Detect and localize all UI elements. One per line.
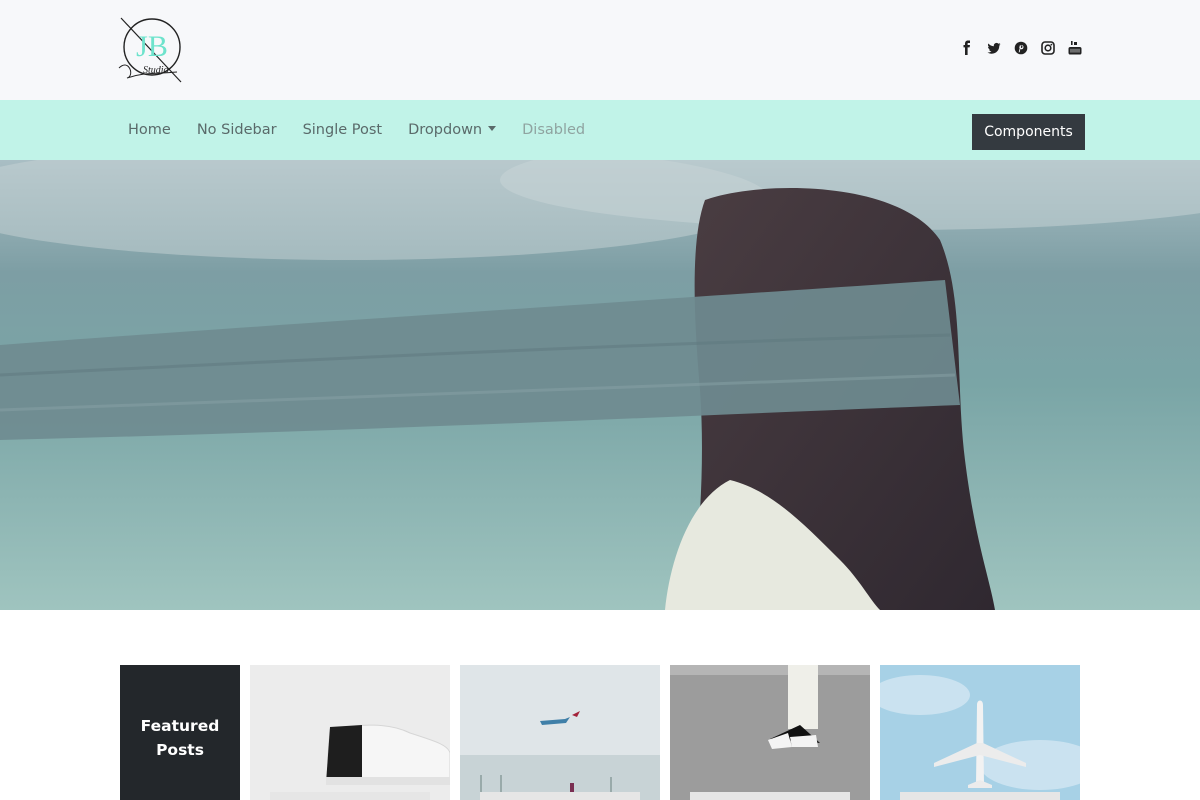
nav-item-home[interactable]: Home bbox=[128, 122, 171, 138]
featured-posts-heading: Featured Posts bbox=[120, 665, 240, 800]
hero-photo bbox=[0, 160, 1200, 610]
card-caption-bar bbox=[690, 792, 850, 800]
card-caption-bar bbox=[900, 792, 1060, 800]
featured-posts-section: Featured Posts bbox=[120, 665, 1080, 800]
svg-text:JB: JB bbox=[136, 30, 168, 63]
caret-down-icon bbox=[488, 126, 497, 131]
top-header: JB Studio bbox=[0, 0, 1200, 100]
instagram-icon[interactable] bbox=[1041, 40, 1055, 56]
featured-post-card[interactable] bbox=[670, 665, 870, 800]
hero-image bbox=[0, 160, 1200, 610]
featured-post-card[interactable] bbox=[250, 665, 450, 800]
featured-posts-title: Featured Posts bbox=[140, 716, 220, 759]
twitter-icon[interactable] bbox=[987, 40, 1001, 56]
card-caption-bar bbox=[270, 792, 430, 800]
nav-item-disabled: Disabled bbox=[522, 122, 586, 138]
social-links bbox=[960, 40, 1082, 56]
nav-item-dropdown[interactable]: Dropdown bbox=[408, 122, 497, 138]
logo-mark: JB Studio bbox=[118, 17, 182, 83]
featured-post-card[interactable] bbox=[460, 665, 660, 800]
post-thumbnail bbox=[460, 665, 660, 800]
facebook-icon[interactable] bbox=[960, 40, 974, 56]
nav-menu: Home No Sidebar Single Post Dropdown Dis… bbox=[128, 100, 611, 160]
site-logo[interactable]: JB Studio bbox=[115, 16, 185, 84]
nav-item-dropdown-label: Dropdown bbox=[408, 122, 483, 138]
featured-post-card[interactable] bbox=[880, 665, 1080, 800]
post-thumbnail bbox=[670, 665, 870, 800]
pinterest-icon[interactable] bbox=[1014, 40, 1028, 56]
youtube-icon[interactable] bbox=[1068, 40, 1082, 56]
card-caption-bar bbox=[480, 792, 640, 800]
main-navbar: Home No Sidebar Single Post Dropdown Dis… bbox=[0, 100, 1200, 160]
post-thumbnail bbox=[880, 665, 1080, 800]
nav-item-single-post[interactable]: Single Post bbox=[303, 122, 383, 138]
post-thumbnail bbox=[250, 665, 450, 800]
svg-text:Studio: Studio bbox=[143, 65, 169, 76]
nav-item-no-sidebar[interactable]: No Sidebar bbox=[197, 122, 277, 138]
components-button[interactable]: Components bbox=[972, 114, 1085, 150]
